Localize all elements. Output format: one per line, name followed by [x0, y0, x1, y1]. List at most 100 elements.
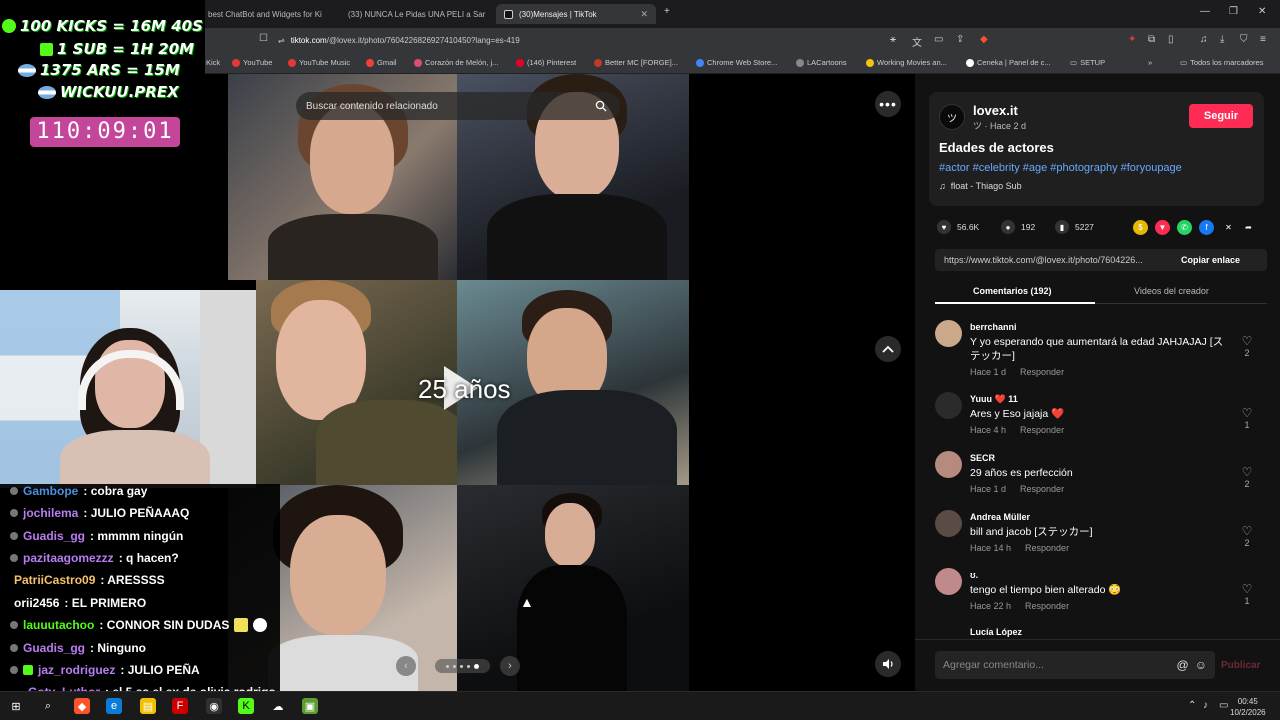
- avatar[interactable]: [935, 510, 962, 537]
- cast-icon[interactable]: ▭: [934, 34, 943, 45]
- new-tab-icon[interactable]: +: [664, 6, 670, 17]
- comment-like-button[interactable]: ♡ 1: [1240, 406, 1254, 430]
- clock[interactable]: 00:45 10/2/2026: [1230, 696, 1266, 718]
- coin-icon[interactable]: $: [1133, 220, 1148, 235]
- facebook-icon[interactable]: f: [1199, 220, 1214, 235]
- tab-youtube[interactable]: (33) NUNCA Le Pidas UNA PELI a Sar: [334, 4, 492, 24]
- follow-button[interactable]: Seguir: [1189, 104, 1253, 128]
- restore-icon[interactable]: ❐: [1229, 6, 1238, 17]
- reply-button[interactable]: Responder: [1020, 367, 1064, 377]
- bookmark-working-movies[interactable]: Working Movies an...: [866, 58, 947, 67]
- repost-icon[interactable]: ▼: [1155, 220, 1170, 235]
- post-link[interactable]: https://www.tiktok.com/@lovex.it/photo/7…: [944, 255, 1166, 265]
- file-explorer-icon[interactable]: ▤: [140, 698, 156, 714]
- comment-user[interactable]: Lucía López: [970, 627, 1022, 637]
- carousel-dot-active[interactable]: [474, 663, 479, 669]
- chevron-up-icon[interactable]: ⌃: [1188, 700, 1196, 711]
- search-icon[interactable]: [592, 97, 610, 115]
- site-info-icon[interactable]: ⇌: [278, 36, 285, 45]
- avatar[interactable]: [935, 320, 962, 347]
- extension-icon[interactable]: ✦: [1128, 34, 1136, 45]
- reply-button[interactable]: Responder: [1025, 543, 1069, 553]
- comment-input[interactable]: Agregar comentario... @ ☺: [935, 651, 1215, 679]
- steam-icon[interactable]: ☁: [270, 698, 286, 714]
- carousel-dot[interactable]: [467, 664, 470, 668]
- comment-user[interactable]: Yuuu ❤️ 11: [970, 394, 1018, 405]
- translate-icon[interactable]: ⚹: [890, 34, 896, 45]
- comment-like-button[interactable]: ♡ 2: [1240, 334, 1254, 358]
- tab-creator-videos[interactable]: Videos del creador: [1134, 286, 1209, 296]
- comment-user[interactable]: ʊ.: [970, 570, 978, 580]
- avatar[interactable]: [935, 392, 962, 419]
- reply-button[interactable]: Responder: [1025, 601, 1069, 611]
- language-icon[interactable]: 文: [912, 34, 922, 49]
- x-icon[interactable]: ✕: [1221, 220, 1236, 235]
- comment-user[interactable]: Andrea Müller: [970, 512, 1030, 522]
- edge-icon[interactable]: e: [106, 698, 122, 714]
- prev-photo-button[interactable]: ‹: [396, 656, 416, 676]
- bookmarks-overflow[interactable]: »: [1148, 58, 1152, 67]
- obs-icon[interactable]: ◉: [206, 698, 222, 714]
- tab-tiktok[interactable]: (30)Mensajes | TikTok ✕: [496, 4, 656, 24]
- minimize-icon[interactable]: —: [1200, 6, 1210, 17]
- bookmark-chrome-store[interactable]: Chrome Web Store...: [696, 58, 777, 67]
- carousel-dot[interactable]: [453, 664, 456, 668]
- download-icon[interactable]: ⤓: [1220, 34, 1224, 45]
- carousel-dot[interactable]: [446, 664, 449, 668]
- bookmark-gmail[interactable]: Gmail: [366, 58, 397, 67]
- post-hashtags[interactable]: #actor #celebrity #age #photography #for…: [939, 162, 1182, 174]
- tab-chatbot[interactable]: best ChatBot and Widgets for Ki: [200, 4, 325, 24]
- bookmark-youtube-music[interactable]: YouTube Music: [288, 58, 350, 67]
- avatar[interactable]: [935, 451, 962, 478]
- comment-like-button[interactable]: ♡ 1: [1240, 582, 1254, 606]
- bookmark-bettermc[interactable]: Better MC [FORGE]...: [594, 58, 678, 67]
- windows-start-icon[interactable]: ⊞: [8, 698, 24, 714]
- search-icon[interactable]: ⌕: [40, 698, 56, 714]
- url-field[interactable]: ⇌ tiktok.com/@lovex.it/photo/76042268269…: [278, 32, 858, 48]
- next-photo-button[interactable]: ›: [500, 656, 520, 676]
- save-button[interactable]: ▮ 5227: [1055, 220, 1094, 234]
- bookmark-setup[interactable]: ▭ SETUP: [1070, 58, 1105, 67]
- bookmark-icon[interactable]: ☐: [259, 33, 268, 44]
- volume-button[interactable]: [875, 651, 901, 677]
- comment-like-button[interactable]: ♡ 2: [1240, 465, 1254, 489]
- minecraft-launcher-icon[interactable]: ▣: [302, 698, 318, 714]
- reply-button[interactable]: Responder: [1020, 425, 1064, 435]
- author-name[interactable]: lovex.it: [973, 103, 1018, 118]
- like-button[interactable]: ♥ 56.6K: [937, 220, 979, 234]
- mention-icon[interactable]: @: [1177, 658, 1189, 672]
- tab-comments[interactable]: Comentarios (192): [973, 286, 1052, 296]
- share-icon[interactable]: ⇪: [956, 34, 964, 45]
- kick-app-icon[interactable]: K: [238, 698, 254, 714]
- more-options-button[interactable]: •••: [875, 91, 901, 117]
- bookmark-corazon[interactable]: Corazón de Melón, j...: [414, 58, 498, 67]
- brave-icon[interactable]: ◆: [74, 698, 90, 714]
- close-window-icon[interactable]: ✕: [1258, 6, 1266, 17]
- emoji-icon[interactable]: ☺: [1195, 658, 1207, 672]
- avatar[interactable]: [935, 568, 962, 595]
- related-search-input[interactable]: Buscar contenido relacionado: [296, 92, 620, 120]
- bookmark-ceneka[interactable]: Ceneka | Panel de c...: [966, 58, 1051, 67]
- vpn-icon[interactable]: ⛉: [1240, 34, 1248, 45]
- network-icon[interactable]: ▭: [1219, 700, 1228, 711]
- bookmark-kick[interactable]: Kick: [206, 58, 220, 67]
- puzzle-icon[interactable]: ⧉: [1148, 34, 1155, 45]
- comment-user[interactable]: berrchanni: [970, 322, 1017, 332]
- app-tf-icon[interactable]: F: [172, 698, 188, 714]
- author-avatar[interactable]: ツ: [939, 104, 965, 130]
- comment-button[interactable]: ● 192: [1001, 220, 1035, 234]
- bookmark-youtube[interactable]: YouTube: [232, 58, 272, 67]
- post-music[interactable]: ♫ float - Thiago Sub: [939, 181, 1022, 191]
- comment-user[interactable]: SECR: [970, 453, 995, 463]
- media-icon[interactable]: ♫: [1200, 34, 1208, 45]
- share-arrow-icon[interactable]: ➦: [1241, 220, 1256, 235]
- close-tab-icon[interactable]: ✕: [640, 9, 648, 20]
- menu-icon[interactable]: ≡: [1260, 34, 1266, 45]
- brave-shield-icon[interactable]: ◆: [980, 34, 988, 45]
- whatsapp-icon[interactable]: ✆: [1177, 220, 1192, 235]
- volume-tray-icon[interactable]: ♪: [1203, 700, 1208, 711]
- bookmark-all[interactable]: ▭ Todos los marcadores: [1180, 58, 1263, 67]
- carousel-dot[interactable]: [460, 664, 463, 668]
- bookmark-pinterest[interactable]: (146) Pinterest: [516, 58, 576, 67]
- previous-post-button[interactable]: [875, 336, 901, 362]
